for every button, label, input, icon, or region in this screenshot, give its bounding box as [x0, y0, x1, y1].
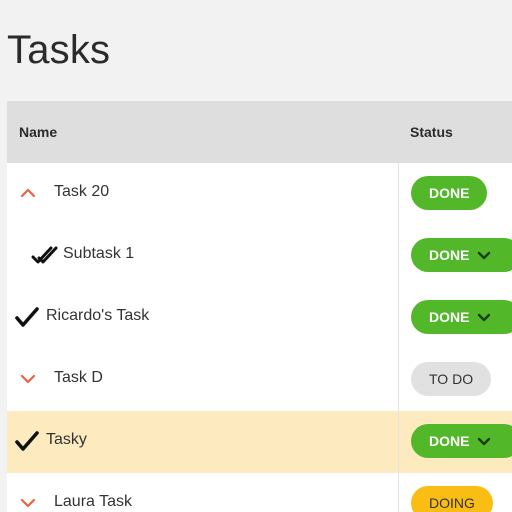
column-divider — [398, 225, 399, 287]
column-divider — [398, 287, 399, 349]
chevron-down-icon — [477, 437, 491, 446]
chevron-down-icon[interactable] — [19, 366, 37, 392]
column-header-name[interactable]: Name — [19, 101, 57, 163]
table-row[interactable]: Task D TO DO — [7, 349, 512, 411]
status-label: DONE — [429, 247, 470, 263]
chevron-up-icon[interactable] — [19, 180, 37, 206]
column-divider — [398, 411, 399, 473]
task-name[interactable]: Task 20 — [54, 163, 109, 225]
status-dropdown[interactable]: DONE — [411, 300, 512, 334]
table-header: Name Status — [7, 101, 512, 163]
status-dropdown[interactable]: DONE — [411, 238, 512, 272]
check-icon[interactable] — [13, 304, 41, 330]
chevron-down-icon — [477, 251, 491, 260]
table-row[interactable]: Subtask 1 DONE — [7, 225, 512, 287]
status-badge[interactable]: DONE — [411, 176, 488, 210]
column-header-status[interactable]: Status — [410, 101, 453, 163]
task-name[interactable]: Subtask 1 — [63, 225, 134, 287]
task-name[interactable]: Ricardo's Task — [46, 287, 149, 349]
chevron-down-icon[interactable] — [19, 490, 37, 512]
double-check-icon[interactable] — [31, 242, 61, 268]
table-row[interactable]: Laura Task DOING — [7, 473, 512, 512]
table-row-selected[interactable]: Tasky DONE — [7, 411, 512, 473]
status-label: DONE — [429, 309, 470, 325]
page-title: Tasks — [7, 28, 111, 72]
table-row[interactable]: Task 20 DONE — [7, 163, 512, 225]
task-name[interactable]: Laura Task — [54, 473, 132, 512]
status-label: DOING — [429, 495, 475, 511]
chevron-down-icon — [477, 313, 491, 322]
status-badge[interactable]: DOING — [411, 486, 493, 512]
check-icon[interactable] — [13, 428, 41, 454]
column-divider — [398, 473, 399, 512]
status-badge[interactable]: TO DO — [411, 362, 492, 396]
task-name[interactable]: Task D — [54, 349, 103, 411]
task-name[interactable]: Tasky — [46, 411, 87, 473]
status-label: DONE — [429, 185, 470, 201]
task-table: Name Status Task 20 DONE Subtask 1 DONE — [7, 101, 512, 512]
status-dropdown[interactable]: DONE — [411, 424, 512, 458]
column-divider — [398, 349, 399, 411]
column-divider — [398, 163, 399, 225]
table-row[interactable]: Ricardo's Task DONE — [7, 287, 512, 349]
status-label: TO DO — [429, 371, 474, 387]
status-label: DONE — [429, 433, 470, 449]
